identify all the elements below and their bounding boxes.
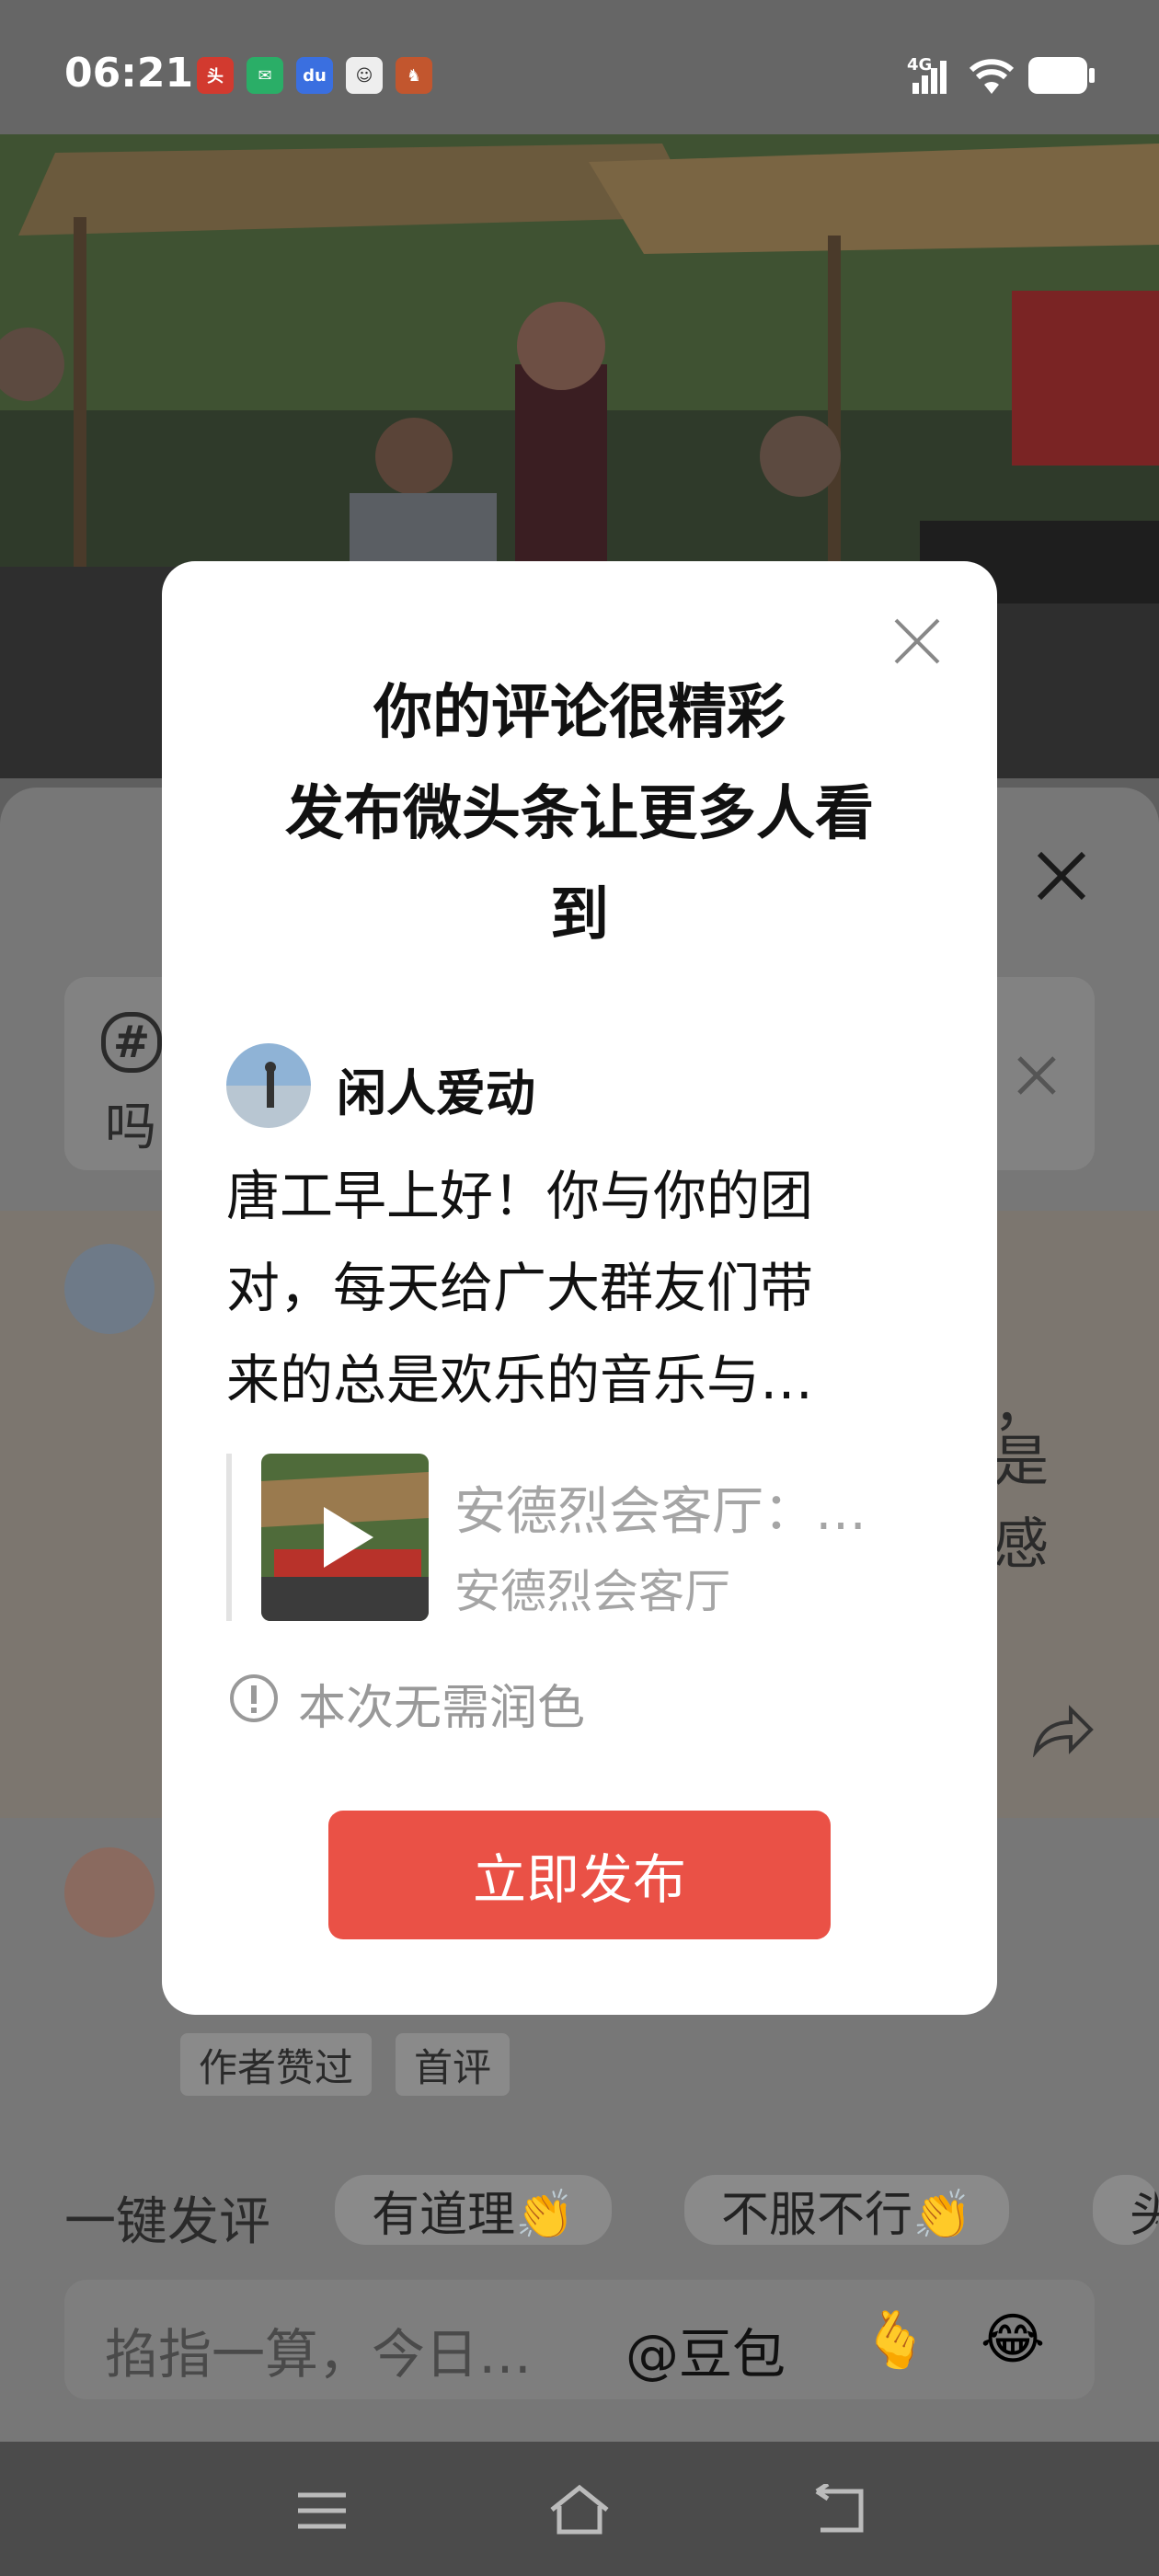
baidu-icon: du <box>296 57 333 94</box>
info-icon <box>230 1674 278 1722</box>
video-author: 安德烈会客厅 <box>454 1565 730 1618</box>
publish-button[interactable]: 立即发布 <box>328 1811 831 1939</box>
author-liked-badge: 作者赞过 <box>180 2033 373 2096</box>
quote-bar <box>226 1454 232 1621</box>
topic-text: 吗 <box>105 1098 156 1157</box>
menu-icon[interactable] <box>294 2488 350 2534</box>
mention-doubao-button[interactable]: @豆包 <box>625 2311 786 2388</box>
commenter-avatar[interactable] <box>64 1244 155 1334</box>
home-icon[interactable] <box>546 2482 613 2537</box>
commenter-avatar[interactable] <box>64 1847 155 1938</box>
quick-comment-label: 一键发评 <box>64 2192 270 2252</box>
toutiao-icon: 头 <box>197 57 234 94</box>
back-icon[interactable] <box>808 2484 868 2536</box>
comment-input-placeholder: 掐指一算，今日… <box>105 2323 533 2386</box>
wechat-icon: ✉ <box>247 57 283 94</box>
emoji-heart-hands-button[interactable]: 🫰 <box>861 2307 930 2373</box>
publish-dialog: 你的评论很精彩 发布微头条让更多人看 到 闲人爱动 唐工早上好！你与你的团 对，… <box>162 561 997 2015</box>
comment-line: 对，每天给广大群友们带 <box>226 1257 814 1319</box>
dialog-title-line2: 发布微头条让更多人看 <box>285 780 874 848</box>
share-icon[interactable] <box>1030 1702 1095 1757</box>
close-sheet-icon[interactable] <box>1032 846 1091 905</box>
quick-chip[interactable]: 不服不行👏 <box>684 2175 1009 2245</box>
polish-hint: 本次无需润色 <box>298 1681 586 1736</box>
close-topic-icon[interactable] <box>1016 1054 1058 1097</box>
close-dialog-icon[interactable] <box>892 616 942 666</box>
comment-line: 唐工早上好！你与你的团 <box>226 1165 814 1227</box>
emoji-laugh-button[interactable]: 😂 <box>981 2307 1045 2372</box>
signal-icon <box>912 61 947 94</box>
dialog-title-line3: 到 <box>550 881 609 949</box>
avatar-app-icon: ☺ <box>346 57 383 94</box>
comment-line: 来的总是欢乐的音乐与… <box>226 1349 814 1411</box>
status-time: 06:21 <box>64 50 194 97</box>
battery-icon <box>1028 57 1095 94</box>
system-nav-bar <box>0 2442 1159 2576</box>
video-title: 安德烈会客厅：… <box>454 1482 866 1542</box>
quick-chip[interactable]: 有道理👏 <box>335 2175 612 2245</box>
dialog-title-line1: 你的评论很精彩 <box>373 679 786 747</box>
game-icon: ♞ <box>396 57 432 94</box>
status-bar: 06:21 头 ✉ du ☺ ♞ 4G <box>0 0 1159 134</box>
comment-text-tail: 是 <box>993 1430 1049 1494</box>
comment-text-tail: 感 <box>993 1512 1049 1577</box>
user-name: 闲人爱动 <box>337 1064 535 1122</box>
topic-icon: # <box>101 1012 162 1073</box>
user-avatar <box>226 1043 311 1128</box>
quick-chip[interactable]: 头 <box>1093 2175 1159 2245</box>
wifi-icon <box>969 59 1015 94</box>
comment-body: 唐工早上好！你与你的团 对，每天给广大群友们带 来的总是欢乐的音乐与… <box>226 1150 953 1426</box>
first-comment-badge: 首评 <box>396 2033 511 2096</box>
video-thumbnail[interactable] <box>261 1454 429 1621</box>
